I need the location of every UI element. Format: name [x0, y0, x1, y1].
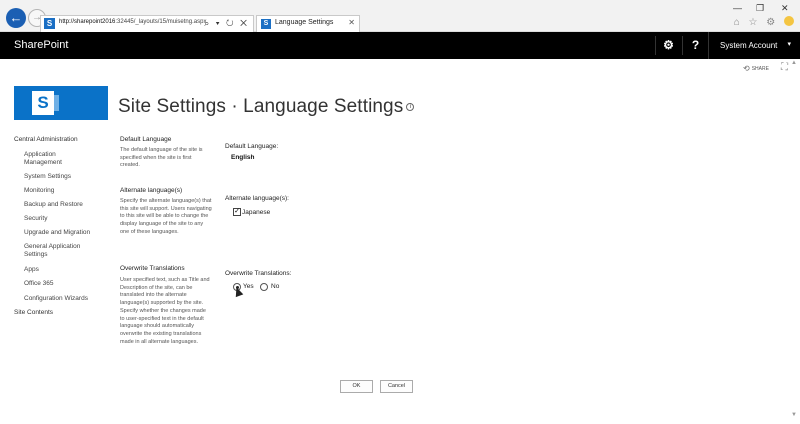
nav-configuration-wizards[interactable]: Configuration Wizards: [24, 295, 88, 303]
nav-application-management-cont[interactable]: Management: [24, 159, 62, 167]
tab-title: Language Settings: [275, 19, 334, 26]
brand-label[interactable]: SharePoint: [14, 39, 68, 51]
close-window-icon[interactable]: ✕: [781, 3, 789, 14]
nav-general-application-settings[interactable]: General Application: [24, 243, 80, 251]
address-bar[interactable]: S http://sharepoint2016:32445/_layouts/1…: [40, 15, 254, 32]
sharepoint-favicon-icon: S: [44, 18, 55, 29]
overwrite-translations-description: User specified text, such as Title and D…: [120, 277, 210, 345]
default-language-value: English: [231, 154, 255, 161]
share-icon: ⟲: [743, 64, 750, 73]
help-icon[interactable]: ?: [682, 36, 708, 55]
default-language-description: The default language of the site is spec…: [120, 147, 203, 169]
nav-application-management[interactable]: Application: [24, 151, 56, 159]
share-label: SHARE: [751, 66, 769, 72]
nav-system-settings[interactable]: System Settings: [24, 173, 71, 181]
cancel-button[interactable]: Cancel: [380, 380, 413, 393]
focus-on-content-icon[interactable]: ⛶: [781, 62, 788, 73]
scroll-down-icon[interactable]: ▼: [791, 412, 797, 418]
account-menu[interactable]: System Account ▾: [708, 32, 800, 59]
overwrite-no-label[interactable]: No: [271, 283, 279, 290]
address-tools-icons[interactable]: ⌕ ▾ ↻ ✕: [204, 18, 249, 29]
settings-gear-icon[interactable]: ⚙: [655, 36, 681, 55]
default-language-title: Default Language: [120, 136, 172, 143]
url-path: :32445/_layouts/15/muisetng.aspx: [115, 19, 207, 25]
nav-upgrade-and-migration[interactable]: Upgrade and Migration: [24, 229, 90, 237]
site-logo[interactable]: S: [14, 86, 108, 120]
minimize-icon[interactable]: —: [733, 3, 742, 13]
mouse-pointer-icon: [232, 285, 244, 298]
nav-security[interactable]: Security: [24, 215, 47, 223]
tab-close-icon[interactable]: ✕: [348, 18, 355, 27]
overwrite-translations-label: Overwrite Translations:: [225, 270, 292, 277]
suite-bar: SharePoint ⚙ ?: [0, 32, 800, 59]
chevron-down-icon: ▾: [787, 41, 791, 48]
alternate-languages-label: Alternate language(s):: [225, 195, 289, 202]
alternate-languages-description: Specify the alternate language(s) that t…: [120, 198, 212, 235]
feedback-smiley-icon[interactable]: [784, 16, 794, 26]
overwrite-yes-label[interactable]: Yes: [243, 283, 254, 290]
alternate-languages-title: Alternate language(s): [120, 187, 183, 194]
restore-icon[interactable]: ❐: [756, 3, 764, 14]
nav-general-application-settings-cont[interactable]: Settings: [24, 251, 48, 259]
url-host: http://sharepoint2016: [59, 19, 116, 25]
nav-apps[interactable]: Apps: [24, 266, 39, 274]
nav-site-contents[interactable]: Site Contents: [14, 309, 53, 317]
logo-letter: S: [32, 91, 54, 115]
japanese-checkbox[interactable]: ✓: [233, 208, 241, 216]
scroll-up-icon[interactable]: ▲: [791, 60, 797, 66]
share-button[interactable]: ⟲ SHARE: [743, 64, 769, 73]
home-star-gear-icons[interactable]: ⌂ ☆ ⚙: [734, 17, 779, 28]
nav-monitoring[interactable]: Monitoring: [24, 187, 54, 195]
browser-right-tools[interactable]: ⌂ ☆ ⚙: [734, 16, 794, 28]
overwrite-no-radio[interactable]: [260, 283, 268, 291]
page-title: Site Settings · Language Settings i: [118, 96, 415, 118]
back-arrow-icon[interactable]: ←: [6, 8, 26, 28]
info-icon[interactable]: i: [406, 103, 415, 111]
nav-office-365[interactable]: Office 365: [24, 280, 54, 288]
nav-backup-and-restore[interactable]: Backup and Restore: [24, 201, 83, 209]
browser-toolbar: ← → S http://sharepoint2016:32445/_layou…: [0, 0, 800, 32]
address-url[interactable]: http://sharepoint2016:32445/_layouts/15/…: [59, 19, 206, 25]
default-language-label: Default Language:: [225, 143, 279, 150]
account-label: System Account: [720, 41, 778, 50]
nav-central-administration[interactable]: Central Administration: [14, 136, 78, 144]
ok-button[interactable]: OK: [340, 380, 373, 393]
browser-tab[interactable]: S Language Settings ✕: [256, 15, 360, 32]
tab-sharepoint-icon: S: [261, 19, 271, 29]
japanese-checkbox-label[interactable]: Japanese: [242, 209, 270, 216]
overwrite-translations-title: Overwrite Translations: [120, 265, 185, 272]
page-title-text: Site Settings · Language Settings: [118, 96, 404, 117]
page: ← → S http://sharepoint2016:32445/_layou…: [0, 0, 800, 424]
